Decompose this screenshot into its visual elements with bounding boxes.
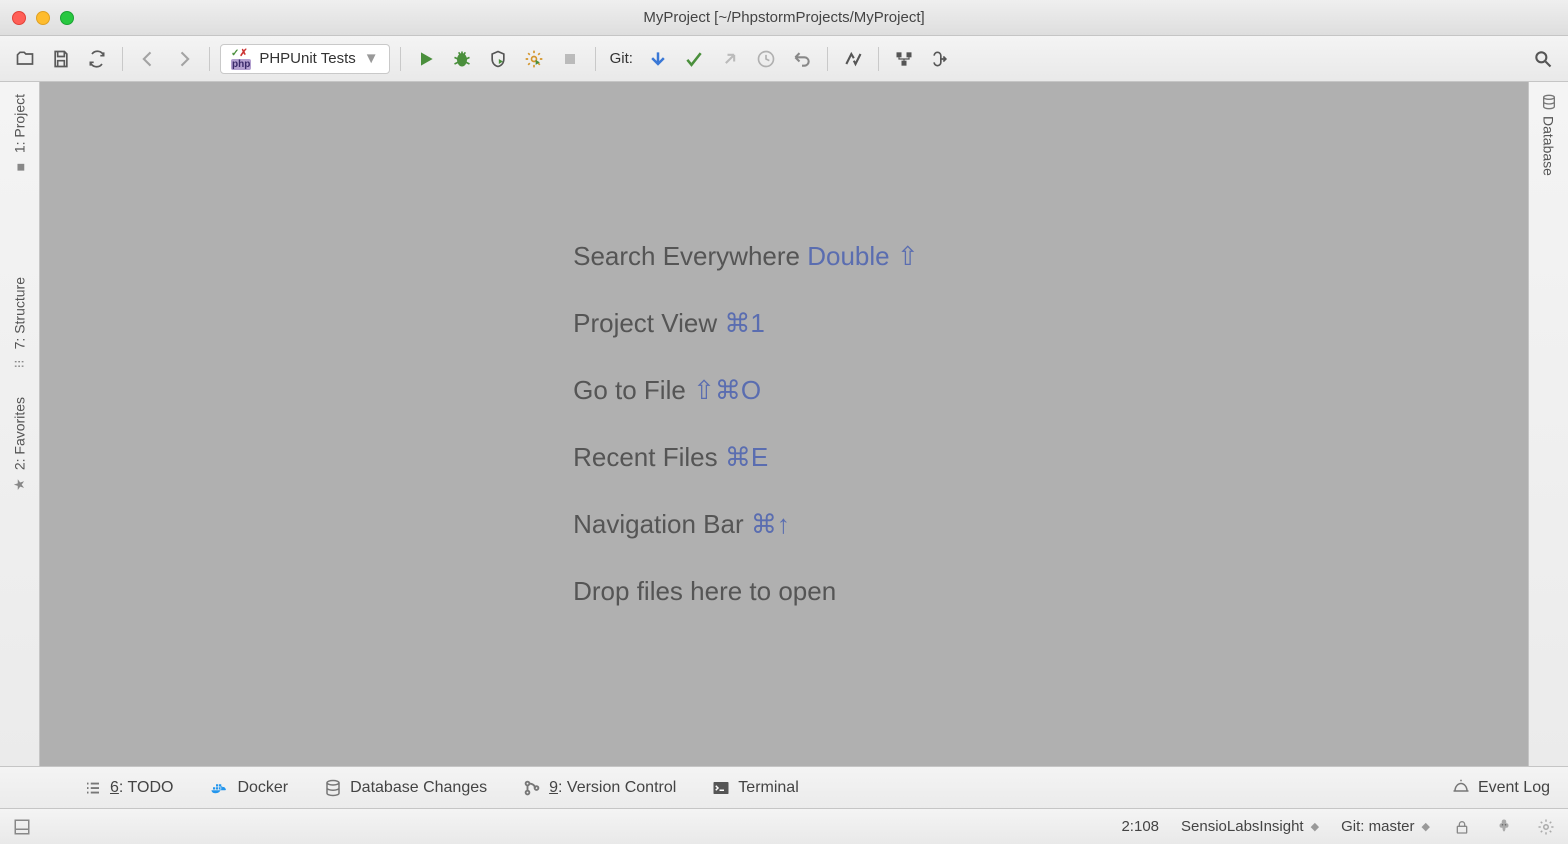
bottom-tab-version-control[interactable]: 9: Version Control bbox=[523, 779, 676, 797]
sidebar-tab-project[interactable]: ■ 1: Project bbox=[0, 82, 39, 187]
sidebar-tab-database[interactable]: Database bbox=[1529, 82, 1568, 188]
todo-list-icon bbox=[84, 779, 102, 797]
window-title: MyProject [~/PhpstormProjects/MyProject] bbox=[643, 9, 924, 26]
search-everywhere-button[interactable] bbox=[1528, 44, 1558, 74]
profiler-button[interactable] bbox=[519, 44, 549, 74]
bottom-tab-label: Terminal bbox=[738, 779, 798, 797]
project-structure-button[interactable] bbox=[889, 44, 919, 74]
sidebar-tab-label: 1: Project bbox=[12, 94, 28, 153]
chevron-down-icon: ▼ bbox=[364, 50, 379, 67]
nav-forward-button[interactable] bbox=[169, 44, 199, 74]
window-close-button[interactable] bbox=[12, 11, 26, 25]
inspector-icon[interactable] bbox=[1494, 817, 1514, 837]
vcs-commit-button[interactable] bbox=[679, 44, 709, 74]
tool-window-quick-access-icon[interactable] bbox=[12, 817, 32, 837]
sync-button[interactable] bbox=[82, 44, 112, 74]
tip-project-view: Project View ⌘1 bbox=[573, 308, 765, 339]
window-maximize-button[interactable] bbox=[60, 11, 74, 25]
editor-empty-state: Search Everywhere Double ⇧ Project View … bbox=[40, 82, 1528, 766]
open-file-button[interactable] bbox=[10, 44, 40, 74]
terminal-icon bbox=[712, 779, 730, 797]
docker-icon bbox=[209, 779, 229, 797]
main-toolbar: ✓✗php PHPUnit Tests ▼ Git: bbox=[0, 36, 1568, 82]
cursor-position[interactable]: 2:108 bbox=[1121, 818, 1159, 835]
bottom-tab-label: Docker bbox=[237, 779, 288, 797]
bottom-tab-terminal[interactable]: Terminal bbox=[712, 779, 798, 797]
bottom-tab-todo[interactable]: 6: TODO bbox=[84, 779, 173, 797]
tip-recent-files: Recent Files ⌘E bbox=[573, 442, 768, 473]
bottom-tab-label: 6: TODO bbox=[110, 779, 173, 797]
git-branch-widget[interactable]: Git: master ◆ bbox=[1341, 818, 1430, 835]
database-icon bbox=[1541, 94, 1557, 110]
save-all-button[interactable] bbox=[46, 44, 76, 74]
bottom-tab-label: 9: Version Control bbox=[549, 779, 676, 797]
run-coverage-button[interactable] bbox=[483, 44, 513, 74]
run-configuration-selector[interactable]: ✓✗php PHPUnit Tests ▼ bbox=[220, 44, 390, 74]
lock-icon[interactable] bbox=[1452, 817, 1472, 837]
stop-button[interactable] bbox=[555, 44, 585, 74]
bottom-tab-docker[interactable]: Docker bbox=[209, 779, 288, 797]
debug-button[interactable] bbox=[447, 44, 477, 74]
sdk-button[interactable] bbox=[925, 44, 955, 74]
sidebar-tab-label: Database bbox=[1541, 116, 1557, 176]
bottom-tab-database-changes[interactable]: Database Changes bbox=[324, 779, 487, 797]
left-tool-bar: ■ 1: Project ⁝⁝ 7: Structure ★ 2: Favori… bbox=[0, 82, 40, 766]
memory-indicator-icon[interactable] bbox=[1536, 817, 1556, 837]
tip-go-to-file: Go to File ⇧⌘O bbox=[573, 375, 761, 406]
run-button[interactable] bbox=[411, 44, 441, 74]
vcs-update-button[interactable] bbox=[643, 44, 673, 74]
window-minimize-button[interactable] bbox=[36, 11, 50, 25]
vcs-revert-button[interactable] bbox=[787, 44, 817, 74]
right-tool-bar: Database bbox=[1528, 82, 1568, 766]
bottom-tab-label: Event Log bbox=[1478, 779, 1550, 797]
sidebar-tab-label: 7: Structure bbox=[12, 277, 28, 349]
star-icon: ★ bbox=[11, 478, 28, 491]
vcs-push-button[interactable] bbox=[715, 44, 745, 74]
sensiolabs-insight-widget[interactable]: SensioLabsInsight ◆ bbox=[1181, 818, 1319, 835]
settings-button[interactable] bbox=[838, 44, 868, 74]
vcs-history-button[interactable] bbox=[751, 44, 781, 74]
title-bar: MyProject [~/PhpstormProjects/MyProject] bbox=[0, 0, 1568, 36]
bottom-tool-bar: 6: TODO Docker Database Changes 9: Versi… bbox=[0, 766, 1568, 808]
event-log-icon bbox=[1452, 779, 1470, 797]
run-config-label: PHPUnit Tests bbox=[259, 50, 355, 67]
folder-icon: ■ bbox=[12, 163, 28, 171]
bottom-tab-label: Database Changes bbox=[350, 779, 487, 797]
nav-back-button[interactable] bbox=[133, 44, 163, 74]
tip-navigation-bar: Navigation Bar ⌘↑ bbox=[573, 509, 790, 540]
sidebar-tab-structure[interactable]: ⁝⁝ 7: Structure bbox=[0, 265, 39, 384]
status-bar: 2:108 SensioLabsInsight ◆ Git: master ◆ bbox=[0, 808, 1568, 844]
tip-drop-files: Drop files here to open bbox=[573, 576, 836, 607]
structure-icon: ⁝⁝ bbox=[11, 360, 28, 369]
database-icon bbox=[324, 779, 342, 797]
sidebar-tab-label: 2: Favorites bbox=[12, 397, 28, 470]
tip-search-everywhere: Search Everywhere Double ⇧ bbox=[573, 241, 919, 272]
git-label: Git: bbox=[606, 50, 637, 67]
bottom-tab-event-log[interactable]: Event Log bbox=[1452, 779, 1550, 797]
vcs-icon bbox=[523, 779, 541, 797]
phpunit-icon: ✓✗php bbox=[231, 48, 251, 70]
sidebar-tab-favorites[interactable]: ★ 2: Favorites bbox=[0, 385, 39, 505]
